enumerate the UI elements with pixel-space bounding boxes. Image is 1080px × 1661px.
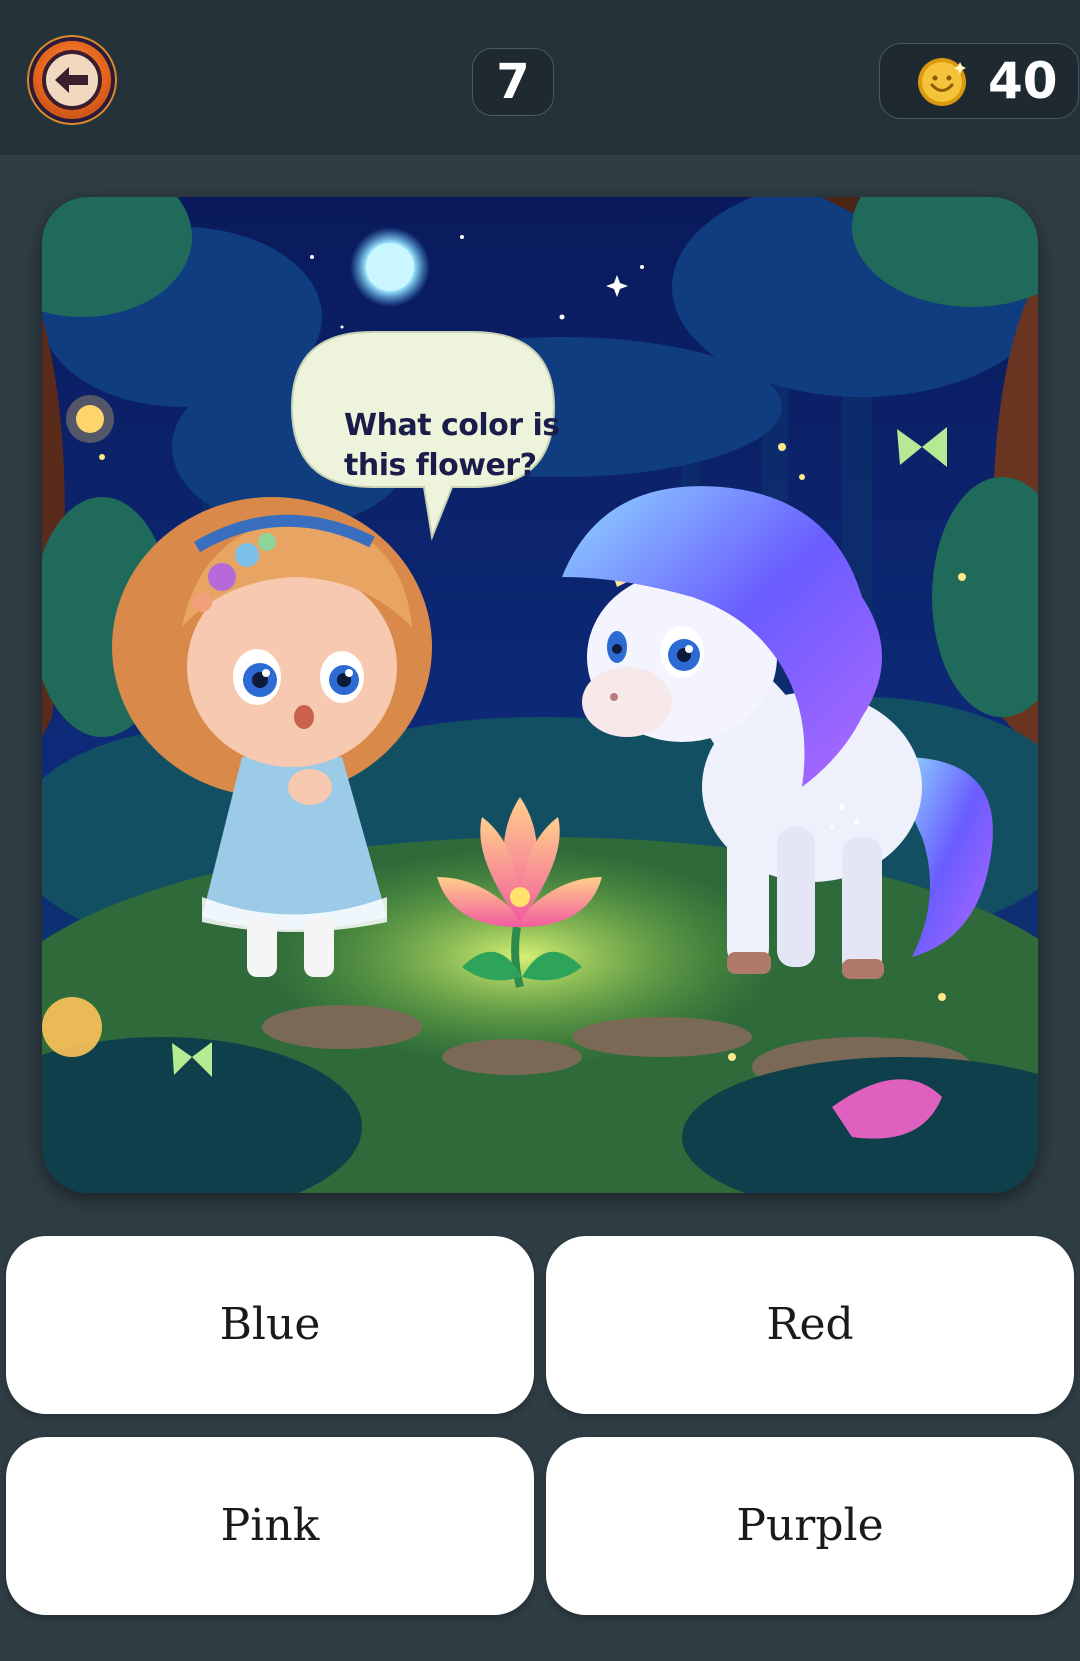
coin-count: 40 (988, 52, 1058, 110)
question-illustration (42, 197, 1038, 1193)
speech-bubble-line-2: this flower? (344, 448, 537, 483)
forest-scene-image (42, 197, 1038, 1193)
answer-button-blue[interactable]: Blue (6, 1236, 534, 1414)
back-button[interactable] (33, 41, 111, 119)
answer-button-red[interactable]: Red (546, 1236, 1074, 1414)
level-counter: 7 (472, 48, 554, 116)
top-bar: 7 40 (0, 0, 1080, 155)
answer-button-pink[interactable]: Pink (6, 1437, 534, 1615)
speech-bubble-line-1: What color is (344, 408, 560, 443)
coin-balance: 40 (879, 43, 1079, 119)
back-arrow-icon (42, 50, 102, 110)
speech-bubble-text: What color is this flower? (344, 406, 564, 486)
answer-button-purple[interactable]: Purple (546, 1437, 1074, 1615)
smiley-coin-icon (918, 58, 966, 106)
